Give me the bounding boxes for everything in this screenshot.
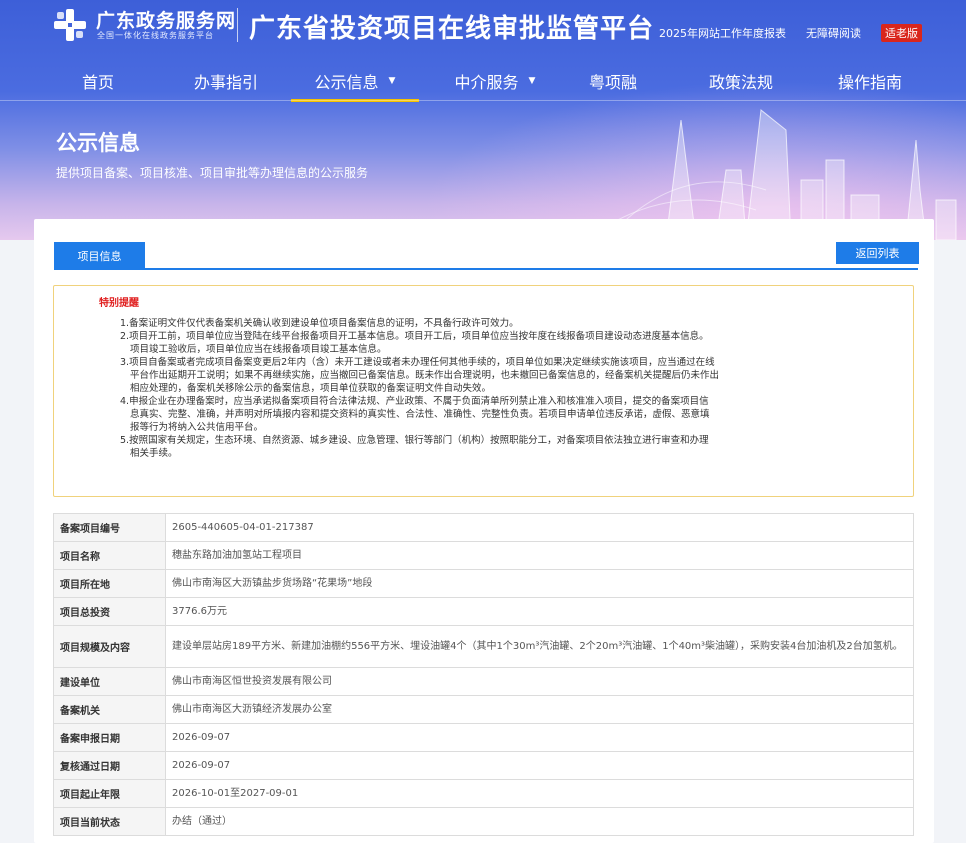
row-value: 2026-09-07 xyxy=(165,751,914,780)
notice-line: 3.项目自备案或者完成项目备案变更后2年内（含）未开工建设或者未办理任何其他手续… xyxy=(120,357,715,368)
nav-item-label: 政策法规 xyxy=(708,73,773,92)
row-label: 项目所在地 xyxy=(53,569,166,598)
notice-line: 报等行为将纳入公共信用平台。 xyxy=(130,422,264,433)
nav-item-label: 办事指引 xyxy=(193,73,258,92)
notice-line: 相应处理的，备案机关移除公示的备案信息，项目单位获取的备案证明文件自动失效。 xyxy=(130,383,492,394)
row-value: 佛山市南海区大沥镇盐步货场路“花果场”地段 xyxy=(165,569,914,598)
nav-item-label: 粤项融 xyxy=(588,73,637,92)
nav-item-label: 首页 xyxy=(81,73,114,92)
nav-item-policy[interactable]: 政策法规 xyxy=(693,62,789,100)
tab-bar: 项目信息 xyxy=(54,242,918,270)
back-to-list-button[interactable]: 返回列表 xyxy=(836,242,919,264)
table-row: 备案机关 佛山市南海区大沥镇经济发展办公室 xyxy=(53,695,914,724)
accessibility-link[interactable]: 无障碍阅读 xyxy=(806,25,861,41)
notice-line: 2.项目开工前，项目单位应当登陆在线平台报备项目开工基本信息。项目开工后，项目单… xyxy=(120,331,709,342)
nav-divider xyxy=(0,100,966,101)
table-row: 项目所在地 佛山市南海区大沥镇盐步货场路“花果场”地段 xyxy=(53,569,914,598)
row-value: 佛山市南海区大沥镇经济发展办公室 xyxy=(165,695,914,724)
notice-line: 项目竣工验收后，项目单位应当在线报备项目竣工基本信息。 xyxy=(130,344,387,355)
row-value: 办结（通过） xyxy=(165,807,914,836)
table-row: 项目规模及内容 建设单层站房189平方米、新建加油棚约556平方米、埋设油罐4个… xyxy=(53,625,914,668)
top-links: 2025年网站工作年度报表 无障碍阅读 适老版 xyxy=(659,24,922,42)
site-title: 广东省投资项目在线审批监管平台 xyxy=(249,14,655,44)
gd-logo-icon[interactable] xyxy=(52,7,88,43)
row-label: 项目名称 xyxy=(53,541,166,570)
table-row: 备案申报日期 2026-09-07 xyxy=(53,723,914,752)
project-info-table: 备案项目编号 2605-440605-04-01-217387 项目名称 穗盐东… xyxy=(53,513,914,836)
table-row: 项目起止年限 2026-10-01至2027-09-01 xyxy=(53,779,914,808)
row-label: 备案机关 xyxy=(53,695,166,724)
page-title: 公示信息 xyxy=(56,131,140,155)
nav-item-label: 操作指南 xyxy=(837,73,902,92)
row-label: 复核通过日期 xyxy=(53,751,166,780)
caret-down-icon: ▼ xyxy=(528,76,536,86)
table-row: 建设单位 佛山市南海区恒世投资发展有限公司 xyxy=(53,667,914,696)
row-value: 3776.6万元 xyxy=(165,597,914,626)
notice-line: 息真实、完整、准确，并声明对所填报内容和提交资料的真实性、合法性、准确性、完整性… xyxy=(130,409,710,420)
notice-line: 4.申报企业在办理备案时，应当承诺拟备案项目符合法律法规、产业政策、不属于负面清… xyxy=(120,396,709,407)
special-notice-box: 特别提醒 1.备案证明文件仅代表备案机关确认收到建设单位项目备案信息的证明，不具… xyxy=(53,285,914,497)
row-value: 佛山市南海区恒世投资发展有限公司 xyxy=(165,667,914,696)
row-label: 项目规模及内容 xyxy=(53,625,166,668)
notice-line: 平台作出延期开工说明；如果不再继续实施，应当撤回已备案信息。既未作出合理说明，也… xyxy=(130,370,720,381)
logo-divider xyxy=(237,8,238,42)
nav-item-guide[interactable]: 办事指引 xyxy=(181,62,271,100)
top-bar: 广东政务服务网 全国一体化在线政务服务平台 广东省投资项目在线审批监管平台 20… xyxy=(0,0,966,56)
nav-item-yuexiangrong[interactable]: 粤项融 xyxy=(570,62,656,100)
row-label: 项目当前状态 xyxy=(53,807,166,836)
nav-item-intermediary[interactable]: 中介服务 ▼ xyxy=(440,62,550,100)
notice-list: 1.备案证明文件仅代表备案机关确认收到建设单位项目备案信息的证明，不具备行政许可… xyxy=(120,317,780,460)
notice-line: 1.备案证明文件仅代表备案机关确认收到建设单位项目备案信息的证明，不具备行政许可… xyxy=(120,318,519,329)
table-row: 备案项目编号 2605-440605-04-01-217387 xyxy=(53,513,914,542)
notice-line: 相关手续。 xyxy=(130,448,178,459)
nav-item-label: 公示信息 xyxy=(314,73,379,92)
table-row: 项目总投资 3776.6万元 xyxy=(53,597,914,626)
nav-item-label: 中介服务 xyxy=(454,73,519,92)
tab-project-info[interactable]: 项目信息 xyxy=(54,242,145,270)
logo-name[interactable]: 广东政务服务网 xyxy=(96,6,236,33)
row-label: 备案项目编号 xyxy=(53,513,166,542)
content-panel: 项目信息 返回列表 特别提醒 1.备案证明文件仅代表备案机关确认收到建设单位项目… xyxy=(34,219,934,843)
row-label: 项目总投资 xyxy=(53,597,166,626)
table-row: 项目名称 穗盐东路加油加氢站工程项目 xyxy=(53,541,914,570)
main-nav-row: 首页 办事指引 公示信息 ▼ 中介服务 ▼ 粤项融 政策法规 操作指南 xyxy=(0,62,966,102)
annual-report-link[interactable]: 2025年网站工作年度报表 xyxy=(659,25,786,41)
row-label: 项目起止年限 xyxy=(53,779,166,808)
row-value: 穗盐东路加油加氢站工程项目 xyxy=(165,541,914,570)
row-value: 2605-440605-04-01-217387 xyxy=(165,513,914,542)
row-value: 建设单层站房189平方米、新建加油棚约556平方米、埋设油罐4个（其中1个30m… xyxy=(165,625,914,668)
nav-item-public-info[interactable]: 公示信息 ▼ xyxy=(291,62,419,102)
nav-item-operation-guide[interactable]: 操作指南 xyxy=(822,62,918,100)
notice-title: 特别提醒 xyxy=(99,298,139,309)
row-value: 2026-09-07 xyxy=(165,723,914,752)
table-row: 项目当前状态 办结（通过） xyxy=(53,807,914,836)
page-description: 提供项目备案、项目核准、项目审批等办理信息的公示服务 xyxy=(56,166,369,180)
elderly-mode-link[interactable]: 适老版 xyxy=(881,24,922,42)
row-value: 2026-10-01至2027-09-01 xyxy=(165,779,914,808)
notice-line: 5.按照国家有关规定，生态环境、自然资源、城乡建设、应急管理、银行等部门（机构）… xyxy=(120,435,709,446)
logo-subtitle: 全国一体化在线政务服务平台 xyxy=(97,31,214,40)
table-row: 复核通过日期 2026-09-07 xyxy=(53,751,914,780)
row-label: 建设单位 xyxy=(53,667,166,696)
nav-item-home[interactable]: 首页 xyxy=(70,62,126,100)
caret-down-icon: ▼ xyxy=(388,76,396,86)
row-label: 备案申报日期 xyxy=(53,723,166,752)
